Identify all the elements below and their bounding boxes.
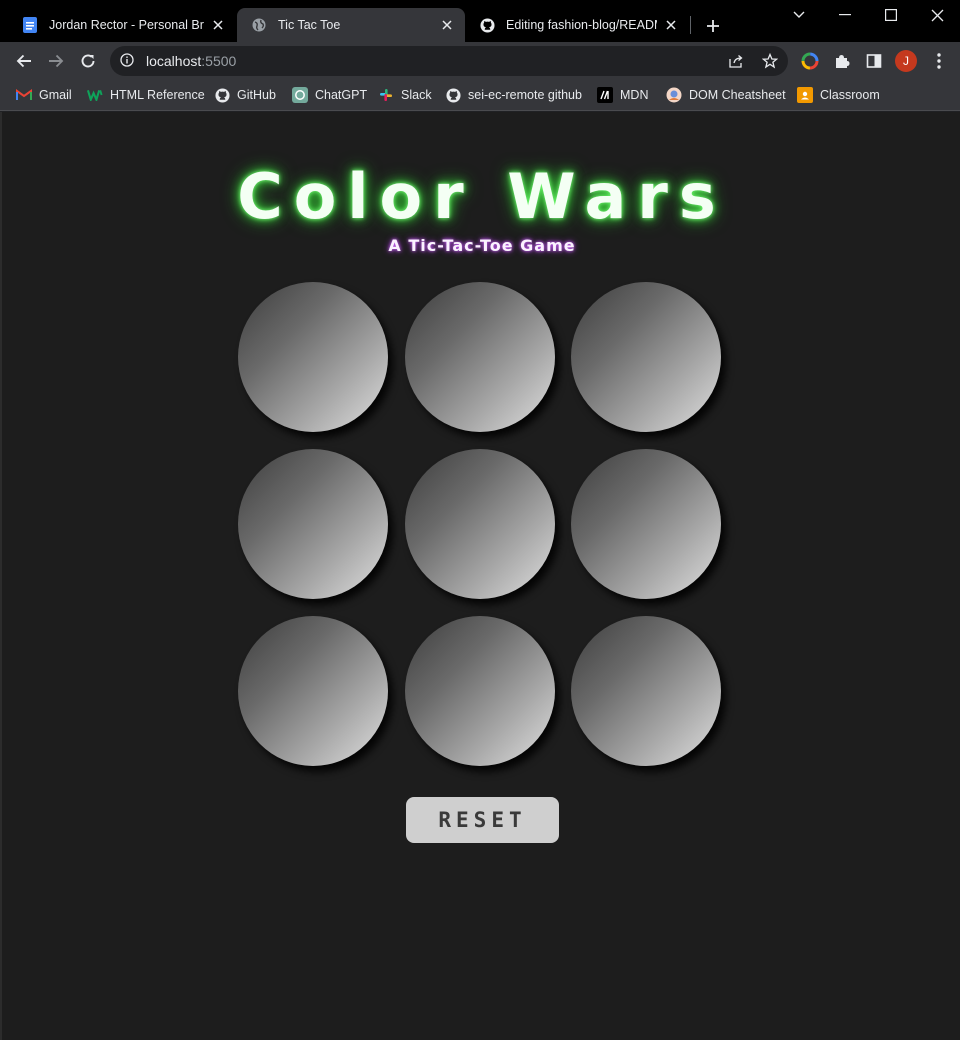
globe-icon <box>251 17 267 33</box>
bookmark-label: HTML Reference <box>110 88 205 102</box>
bookmark-label: sei-ec-remote github <box>468 88 582 102</box>
address-bar[interactable]: localhost:5500 <box>110 46 788 76</box>
github-icon <box>214 87 230 103</box>
tab-tic-tac-toe[interactable]: Tic Tac Toe <box>237 8 465 42</box>
minimize-icon[interactable] <box>834 4 856 26</box>
cheatsheet-icon <box>666 87 682 103</box>
profile-avatar[interactable]: J <box>895 50 917 72</box>
chatgpt-icon <box>292 87 308 103</box>
bookmark-dom-cheatsheet[interactable]: DOM Cheatsheet <box>666 84 786 106</box>
bookmark-star-icon[interactable] <box>761 52 779 70</box>
maximize-icon[interactable] <box>880 4 902 26</box>
site-info-icon[interactable] <box>120 53 136 69</box>
tab-search-icon[interactable] <box>788 4 810 26</box>
bookmark-github[interactable]: GitHub <box>214 84 276 106</box>
board-cell-9[interactable] <box>571 616 721 766</box>
share-icon[interactable] <box>728 52 746 70</box>
new-tab-button[interactable] <box>703 16 723 36</box>
page-viewport: Color Wars A Tic-Tac-Toe Game RESET <box>0 112 960 1040</box>
board-cell-8[interactable] <box>405 616 555 766</box>
google-docs-icon <box>22 17 38 33</box>
tab-editing-readme[interactable]: Editing fashion-blog/README.md <box>465 8 689 42</box>
tab-separator <box>690 16 691 34</box>
bookmark-chatgpt[interactable]: ChatGPT <box>292 84 367 106</box>
side-panel-icon[interactable] <box>862 49 886 73</box>
gmail-icon <box>16 87 32 103</box>
url-port: :5500 <box>201 53 237 69</box>
tab-title: Editing fashion-blog/README.md <box>506 18 657 32</box>
tab-title: Jordan Rector - Personal Brand <box>49 18 204 32</box>
github-icon <box>445 87 461 103</box>
tab-personal-brand[interactable]: Jordan Rector - Personal Brand <box>8 8 236 42</box>
bookmarks-bar: Gmail HTML Reference GitHub ChatGPT Slac… <box>0 80 960 111</box>
board-cell-4[interactable] <box>238 449 388 599</box>
board-cell-5[interactable] <box>405 449 555 599</box>
board-cell-6[interactable] <box>571 449 721 599</box>
close-window-icon[interactable] <box>926 4 948 26</box>
reset-button[interactable]: RESET <box>406 797 559 843</box>
close-tab-icon[interactable] <box>439 17 455 33</box>
slack-icon <box>378 87 394 103</box>
html-reference-icon <box>87 87 103 103</box>
bookmark-label: Classroom <box>820 88 880 102</box>
board-cell-2[interactable] <box>405 282 555 432</box>
bookmark-slack[interactable]: Slack <box>378 84 432 106</box>
github-icon <box>479 17 495 33</box>
classroom-icon <box>797 87 813 103</box>
tab-title: Tic Tac Toe <box>278 18 341 32</box>
bookmark-label: Gmail <box>39 88 72 102</box>
bookmark-sei-ec-remote-github[interactable]: sei-ec-remote github <box>445 84 582 106</box>
bookmark-gmail[interactable]: Gmail <box>16 84 72 106</box>
close-tab-icon[interactable] <box>663 17 679 33</box>
bookmark-mdn[interactable]: MDN <box>597 84 648 106</box>
tab-strip: Jordan Rector - Personal Brand Tic Tac T… <box>0 0 960 42</box>
bookmark-label: Slack <box>401 88 432 102</box>
url-host: localhost <box>146 53 202 69</box>
close-tab-icon[interactable] <box>210 17 226 33</box>
bookmark-classroom[interactable]: Classroom <box>797 84 880 106</box>
bookmark-label: GitHub <box>237 88 276 102</box>
board-cell-1[interactable] <box>238 282 388 432</box>
back-icon[interactable] <box>12 49 36 73</box>
forward-icon[interactable] <box>44 49 68 73</box>
color-extension-icon[interactable] <box>798 49 822 73</box>
kebab-menu-icon[interactable] <box>927 49 951 73</box>
game-subtitle: A Tic-Tac-Toe Game <box>388 236 576 255</box>
board-cell-7[interactable] <box>238 616 388 766</box>
bookmark-label: ChatGPT <box>315 88 368 102</box>
game-title: Color Wars <box>237 160 727 233</box>
game-board <box>238 282 722 766</box>
board-cell-3[interactable] <box>571 282 721 432</box>
mdn-icon <box>597 87 613 103</box>
bookmark-html-reference[interactable]: HTML Reference <box>87 84 205 106</box>
bookmark-label: DOM Cheatsheet <box>689 88 786 102</box>
reload-icon[interactable] <box>76 49 100 73</box>
bookmark-label: MDN <box>620 88 649 102</box>
extensions-puzzle-icon[interactable] <box>830 49 854 73</box>
browser-toolbar: localhost:5500 J <box>0 42 960 80</box>
